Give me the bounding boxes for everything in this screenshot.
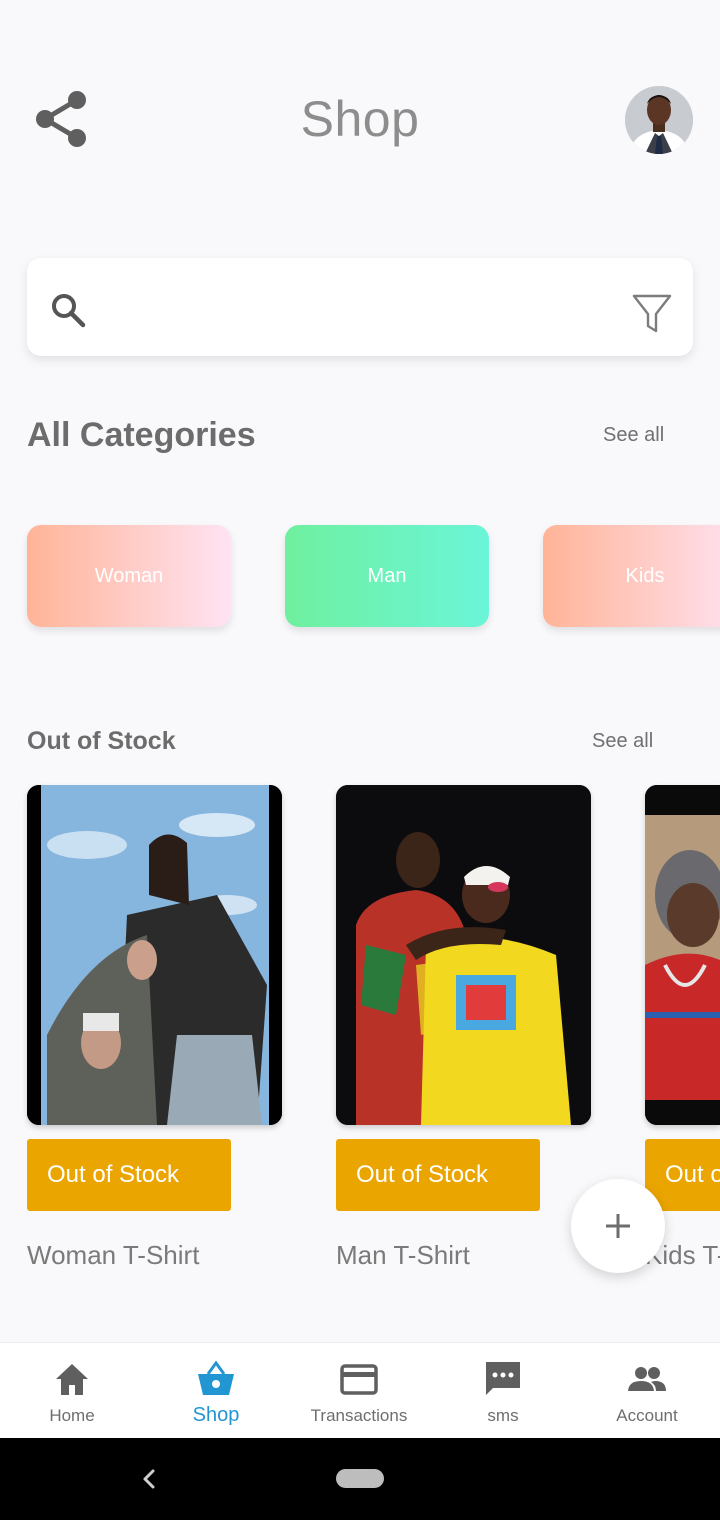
home-icon bbox=[56, 1364, 88, 1395]
search-input[interactable] bbox=[117, 280, 617, 334]
bottom-navigation: Home Shop Transactions sms Account bbox=[0, 1342, 720, 1438]
chat-icon bbox=[486, 1362, 520, 1395]
nav-item-shop[interactable]: Shop bbox=[144, 1343, 288, 1439]
status-bar bbox=[0, 0, 720, 48]
nav-label: Transactions bbox=[310, 1406, 408, 1425]
nav-item-home[interactable]: Home bbox=[0, 1343, 144, 1439]
out-of-stock-header: Out of Stock See all bbox=[27, 724, 687, 764]
app-header: Shop bbox=[0, 60, 720, 185]
category-woman[interactable]: Woman bbox=[27, 525, 231, 627]
basket-icon bbox=[198, 1360, 234, 1395]
out-of-stock-badge[interactable]: Out of Stock bbox=[336, 1139, 540, 1211]
search-icon[interactable] bbox=[49, 291, 87, 329]
out-of-stock-badge[interactable]: Out of Stock bbox=[27, 1139, 231, 1211]
nav-label: Account bbox=[616, 1406, 678, 1425]
back-icon[interactable] bbox=[134, 1462, 164, 1496]
nav-item-account[interactable]: Account bbox=[575, 1343, 719, 1439]
category-man[interactable]: Man bbox=[285, 525, 489, 627]
add-button[interactable] bbox=[571, 1179, 665, 1273]
page-title: Shop bbox=[300, 91, 420, 147]
nav-item-transactions[interactable]: Transactions bbox=[287, 1343, 431, 1439]
product-name: Man T-Shirt bbox=[336, 1240, 470, 1270]
categories-header: All Categories See all bbox=[27, 412, 687, 462]
categories-title: All Categories bbox=[27, 416, 256, 454]
avatar[interactable] bbox=[625, 86, 693, 154]
people-icon bbox=[628, 1367, 666, 1391]
out-of-stock-title: Out of Stock bbox=[27, 727, 176, 755]
plus-icon bbox=[606, 1214, 630, 1238]
nav-label: Home bbox=[49, 1406, 95, 1425]
product-image-man[interactable] bbox=[336, 785, 591, 1125]
product-image-woman[interactable] bbox=[27, 785, 282, 1125]
search-bar bbox=[27, 258, 693, 356]
category-kids[interactable]: Kids bbox=[543, 525, 720, 627]
categories-see-all-link[interactable]: See all bbox=[603, 424, 664, 447]
home-gesture-pill[interactable] bbox=[336, 1469, 384, 1488]
nav-item-sms[interactable]: sms bbox=[431, 1343, 575, 1439]
credit-card-icon bbox=[340, 1364, 378, 1395]
product-name: Woman T-Shirt bbox=[27, 1240, 200, 1270]
out-of-stock-see-all-link[interactable]: See all bbox=[592, 730, 653, 753]
product-image-kids[interactable] bbox=[645, 785, 720, 1125]
filter-icon[interactable] bbox=[631, 293, 673, 335]
nav-label: Shop bbox=[192, 1404, 240, 1426]
nav-label: sms bbox=[487, 1406, 519, 1425]
